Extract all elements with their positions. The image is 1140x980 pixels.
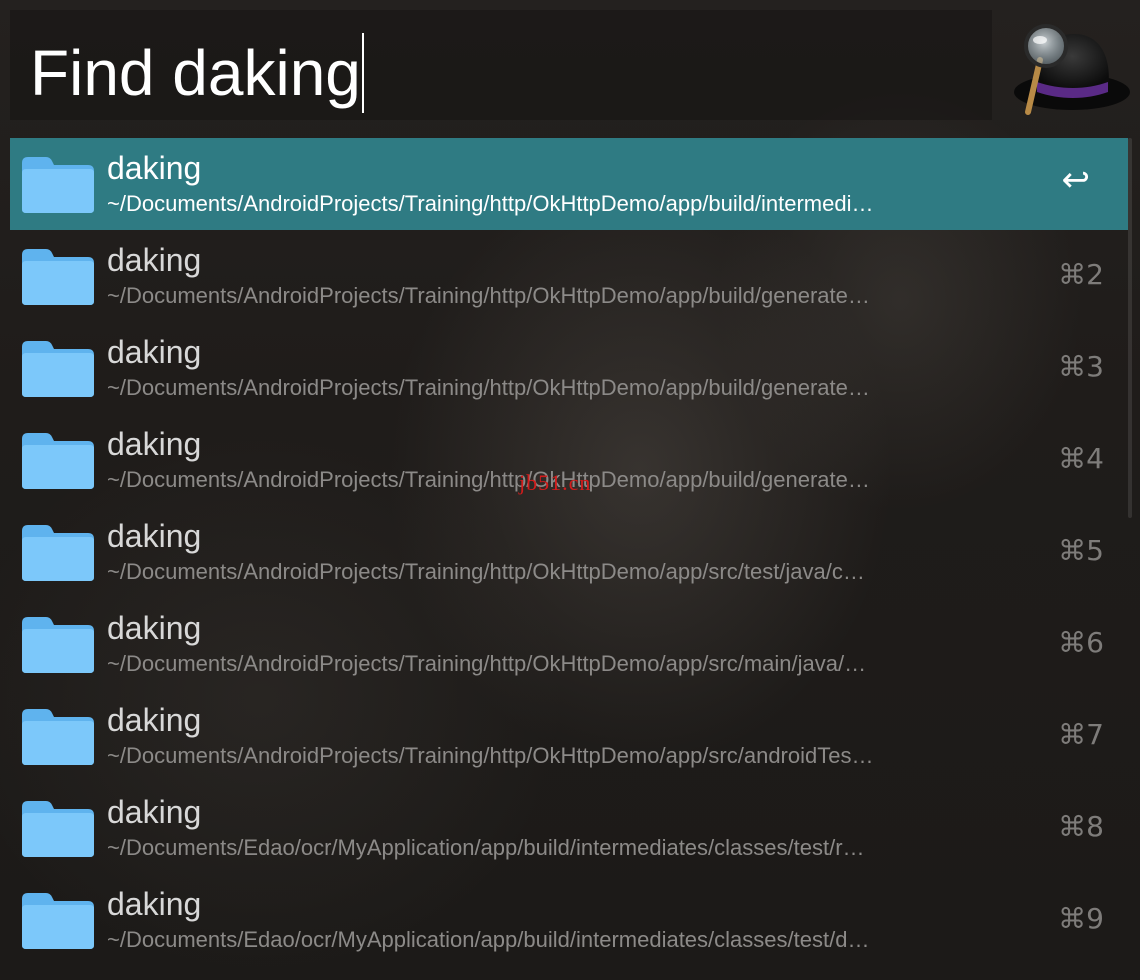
folder-icon xyxy=(20,245,96,307)
watermark-text: jb51.cn xyxy=(519,470,592,495)
alfred-hat-icon[interactable] xyxy=(1010,20,1130,116)
result-title: daking xyxy=(107,886,202,922)
result-title: daking xyxy=(107,794,202,830)
folder-icon xyxy=(20,705,96,767)
result-title: daking xyxy=(107,242,202,278)
shortcut-label: ⌘7 xyxy=(1058,718,1104,751)
result-path: ~/Documents/AndroidProjects/Training/htt… xyxy=(107,375,870,400)
result-title: daking xyxy=(107,518,202,554)
return-key-icon: ↩ xyxy=(1061,160,1091,200)
shortcut-label: ⌘3 xyxy=(1058,350,1104,383)
result-row[interactable]: daking ~/Documents/AndroidProjects/Traini… xyxy=(10,690,1128,782)
shortcut-label: ⌘6 xyxy=(1058,626,1104,659)
result-title: daking xyxy=(107,150,202,186)
shortcut-label: ⌘9 xyxy=(1058,902,1104,935)
search-query-text: Find daking xyxy=(30,37,361,109)
result-path: ~/Documents/Edao/ocr/MyApplication/app/b… xyxy=(107,927,870,952)
folder-icon xyxy=(20,153,96,215)
result-row[interactable]: daking ~/Documents/AndroidProjects/Traini… xyxy=(10,322,1128,414)
shortcut-label: ⌘5 xyxy=(1058,534,1104,567)
result-row[interactable]: daking ~/Documents/Edao/ocr/MyApplication… xyxy=(10,782,1128,874)
launcher-window: Find daking daking ~/Documents/AndroidPro… xyxy=(0,0,1140,980)
result-path: ~/Documents/Edao/ocr/MyApplication/app/b… xyxy=(107,835,865,860)
folder-icon xyxy=(20,337,96,399)
result-path: ~/Documents/AndroidProjects/Training/htt… xyxy=(107,191,874,216)
folder-icon xyxy=(20,521,96,583)
result-row[interactable]: daking ~/Documents/AndroidProjects/Traini… xyxy=(10,506,1128,598)
result-row[interactable]: daking ~/Documents/AndroidProjects/Traini… xyxy=(10,598,1128,690)
folder-icon xyxy=(20,429,96,491)
shortcut-label: ⌘2 xyxy=(1058,258,1104,291)
folder-icon xyxy=(20,797,96,859)
folder-icon xyxy=(20,889,96,951)
result-path: ~/Documents/AndroidProjects/Training/htt… xyxy=(107,651,867,676)
result-path: ~/Documents/AndroidProjects/Training/htt… xyxy=(107,559,865,584)
result-path: ~/Documents/AndroidProjects/Training/htt… xyxy=(107,283,870,308)
scrollbar[interactable] xyxy=(1128,138,1132,518)
search-query[interactable]: Find daking xyxy=(30,33,364,113)
result-title: daking xyxy=(107,334,202,370)
result-title: daking xyxy=(107,702,202,738)
search-bar[interactable]: Find daking xyxy=(10,10,992,120)
text-caret xyxy=(361,33,364,113)
result-title: daking xyxy=(107,426,202,462)
shortcut-label: ⌘4 xyxy=(1058,442,1104,475)
results-list: daking ~/Documents/AndroidProjects/Traini… xyxy=(10,138,1128,976)
result-row[interactable]: daking ~/Documents/AndroidProjects/Traini… xyxy=(10,230,1128,322)
result-row[interactable]: daking ~/Documents/AndroidProjects/Traini… xyxy=(10,138,1128,230)
shortcut-label: ⌘8 xyxy=(1058,810,1104,843)
result-title: daking xyxy=(107,610,202,646)
folder-icon xyxy=(20,613,96,675)
result-row[interactable]: daking ~/Documents/Edao/ocr/MyApplication… xyxy=(10,874,1128,966)
result-path: ~/Documents/AndroidProjects/Training/htt… xyxy=(107,743,874,768)
